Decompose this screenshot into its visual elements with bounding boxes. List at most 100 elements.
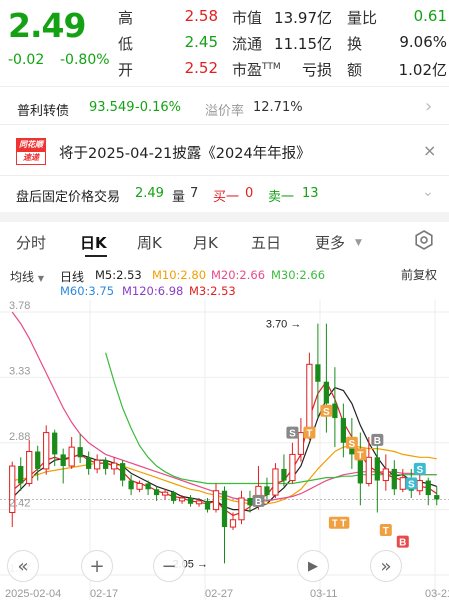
trade-marker-letter: S: [349, 439, 356, 450]
tab-0[interactable]: 分时: [16, 232, 46, 253]
tab-4[interactable]: 五日: [251, 232, 281, 253]
candle-body: [382, 468, 389, 482]
stat-label: 开: [118, 61, 134, 79]
active-tab-underline: [85, 255, 107, 257]
stat-label: 流通: [232, 35, 263, 53]
stat-label: 换: [347, 35, 363, 53]
tab-3[interactable]: 月K: [193, 232, 218, 253]
candle-body: [391, 468, 397, 490]
buy1-value: 0: [245, 186, 254, 201]
zoom-in-button[interactable]: +: [81, 550, 113, 582]
y-tick-label: 3.33: [9, 365, 30, 377]
stat-value: 1.02亿: [398, 61, 447, 79]
current-price: 2.49: [8, 6, 86, 45]
candle-body: [323, 381, 330, 404]
candle-body: [399, 477, 406, 490]
stat-value: 亏损: [301, 61, 332, 79]
settings-icon[interactable]: [414, 230, 434, 254]
tab-1[interactable]: 日K: [80, 232, 107, 253]
candle-body: [178, 497, 186, 502]
stat-label: 额: [347, 61, 363, 79]
ma-legend-item: M30:2.66: [271, 268, 326, 282]
candle-body: [119, 463, 126, 481]
candle-body: [212, 490, 220, 511]
stat-value: 0.61: [413, 7, 447, 25]
sell1-label: 卖一: [268, 190, 295, 205]
x-tick-label: 02-17: [90, 588, 118, 600]
candle-body: [60, 454, 66, 467]
y-tick-label: 3.78: [9, 300, 30, 312]
candle-body: [187, 497, 194, 504]
candle-body: [52, 432, 58, 455]
notice-text[interactable]: 将于2025-04-21披露《2024年年报》: [59, 142, 311, 163]
zoom-out-button[interactable]: −: [153, 550, 185, 582]
candle-body: [289, 453, 296, 482]
x-tick-label: 03-21: [425, 588, 449, 600]
premium-value: 12.71%: [253, 100, 303, 115]
candle-body: [340, 418, 346, 443]
candle-body: [43, 432, 50, 470]
candle-body: [306, 363, 313, 434]
after-hours-price: 2.49: [135, 186, 164, 201]
premium-label: 溢价率: [205, 104, 245, 119]
price-change: -0.02: [8, 52, 45, 68]
candle-body: [170, 492, 177, 501]
period-label: 日线: [60, 270, 85, 284]
ma-legend-item: M60:3.75: [60, 284, 115, 298]
candle-body: [195, 500, 203, 505]
after-hours-label: 盘后固定价格交易: [16, 190, 121, 205]
candle-body: [332, 403, 338, 419]
tab-2[interactable]: 周K: [137, 232, 162, 253]
trade-marker-letter: T: [332, 519, 338, 530]
after-hours-vol-label: 量: [172, 190, 186, 205]
candle-body: [26, 450, 33, 484]
stat-label: 低: [118, 35, 134, 53]
stat-label: 市盈TTM: [232, 61, 281, 79]
ma-legend-item: M20:2.66: [211, 268, 266, 282]
stat-value: 11.15亿: [274, 35, 332, 53]
badge-top-text: 同花顺: [16, 138, 46, 151]
candle-body: [416, 480, 423, 492]
close-icon[interactable]: ×: [423, 141, 436, 160]
candle-body: [153, 489, 160, 496]
adjust-mode[interactable]: 前复权: [401, 266, 437, 283]
ma-selector[interactable]: 均线 ▼: [10, 268, 44, 285]
candle-body: [204, 500, 211, 510]
candle-body: [94, 459, 101, 470]
candle-body: [434, 495, 440, 500]
candle-body: [281, 468, 287, 481]
ma-line-M20: [11, 311, 437, 502]
candle-body: [35, 451, 41, 469]
price-change-pct: -0.80%: [60, 52, 110, 68]
trade-marker-letter: T: [340, 519, 346, 530]
ma-legend-item: M10:2.80: [152, 268, 207, 282]
more-dropdown-icon[interactable]: ▼: [355, 238, 362, 248]
rewind-button[interactable]: «: [7, 550, 39, 582]
minus-icon: −: [161, 555, 177, 577]
plus-icon: +: [89, 555, 105, 577]
candle-body: [68, 446, 75, 467]
candle-body: [297, 432, 305, 455]
stat-label: 市值: [232, 9, 263, 27]
ma-legend-item: M120:6.98: [122, 284, 184, 298]
candle-body: [374, 457, 380, 481]
stat-value: 9.06%: [399, 33, 447, 51]
candle-body: [221, 490, 228, 528]
trade-marker-letter: B: [255, 497, 262, 508]
play-icon: ▶: [308, 558, 318, 574]
chevron-down-icon[interactable]: ⌄: [422, 184, 434, 200]
stat-value: 2.45: [184, 33, 218, 51]
ma-selector-label: 均线: [10, 270, 35, 284]
trade-marker-letter: T: [306, 429, 312, 440]
rewind-icon: «: [17, 555, 29, 577]
bond-pct: -0.16%: [135, 100, 181, 115]
stat-value: 2.52: [184, 59, 218, 77]
fast-forward-button[interactable]: »: [370, 550, 402, 582]
candle-body: [110, 462, 118, 470]
y-tick-label: 2.42: [9, 498, 30, 510]
tab-5[interactable]: 更多: [315, 232, 345, 253]
chevron-right-icon[interactable]: ›: [425, 96, 432, 117]
play-button[interactable]: ▶: [297, 550, 329, 582]
trade-marker-letter: B: [374, 436, 381, 447]
trade-marker-letter: S: [323, 407, 330, 418]
